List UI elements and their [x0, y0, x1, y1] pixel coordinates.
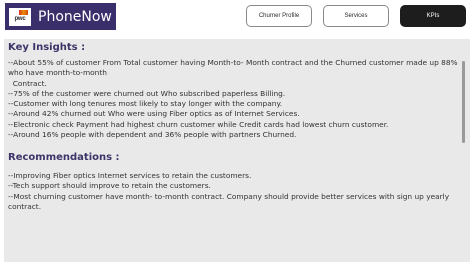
recommendation-line: --Tech support should improve to retain …: [8, 181, 211, 191]
churner-profile-button[interactable]: Churner Profile: [246, 5, 312, 27]
pwc-logo-text: pwc: [14, 15, 26, 22]
insight-line: --Around 42% churned out Who were using …: [8, 109, 300, 119]
recommendation-line: --Improving Fiber optics Internet servic…: [8, 171, 252, 180]
insight-line: --About 55% of customer From Total custo…: [8, 58, 458, 88]
insights-scrollbar[interactable]: [462, 61, 465, 143]
app-title: PhoneNow: [38, 8, 112, 25]
insight-line: --Customer with long tenures most likely…: [8, 99, 283, 109]
insight-line: --Electronic check Payment had highest c…: [8, 119, 389, 129]
insights-panel: Key Insights : --About 55% of customer F…: [4, 39, 470, 262]
brand-banner: pwc PhoneNow: [5, 3, 116, 30]
recommendations-text: --Improving Fiber optics Internet servic…: [8, 171, 460, 212]
pwc-logo-mark: [19, 9, 28, 15]
pwc-logo: pwc: [9, 7, 31, 26]
recommendation-line: --Most churning customer have month- to-…: [8, 191, 452, 211]
insight-line: --Around 16% people with dependent and 3…: [8, 130, 297, 140]
kpis-button[interactable]: KPIs: [400, 5, 466, 27]
services-button[interactable]: Services: [323, 5, 389, 27]
page: pwc PhoneNow Churner Profile Services KP…: [0, 0, 474, 270]
insight-line: --75% of the customer were churned out W…: [8, 88, 286, 98]
insights-scrollbar-thumb[interactable]: [462, 61, 465, 143]
recommendations-title: Recommendations :: [8, 152, 120, 163]
key-insights-title: Key Insights :: [8, 42, 86, 53]
key-insights-text: --About 55% of customer From Total custo…: [8, 58, 460, 140]
key-insights-scroll-area[interactable]: --About 55% of customer From Total custo…: [4, 56, 470, 148]
